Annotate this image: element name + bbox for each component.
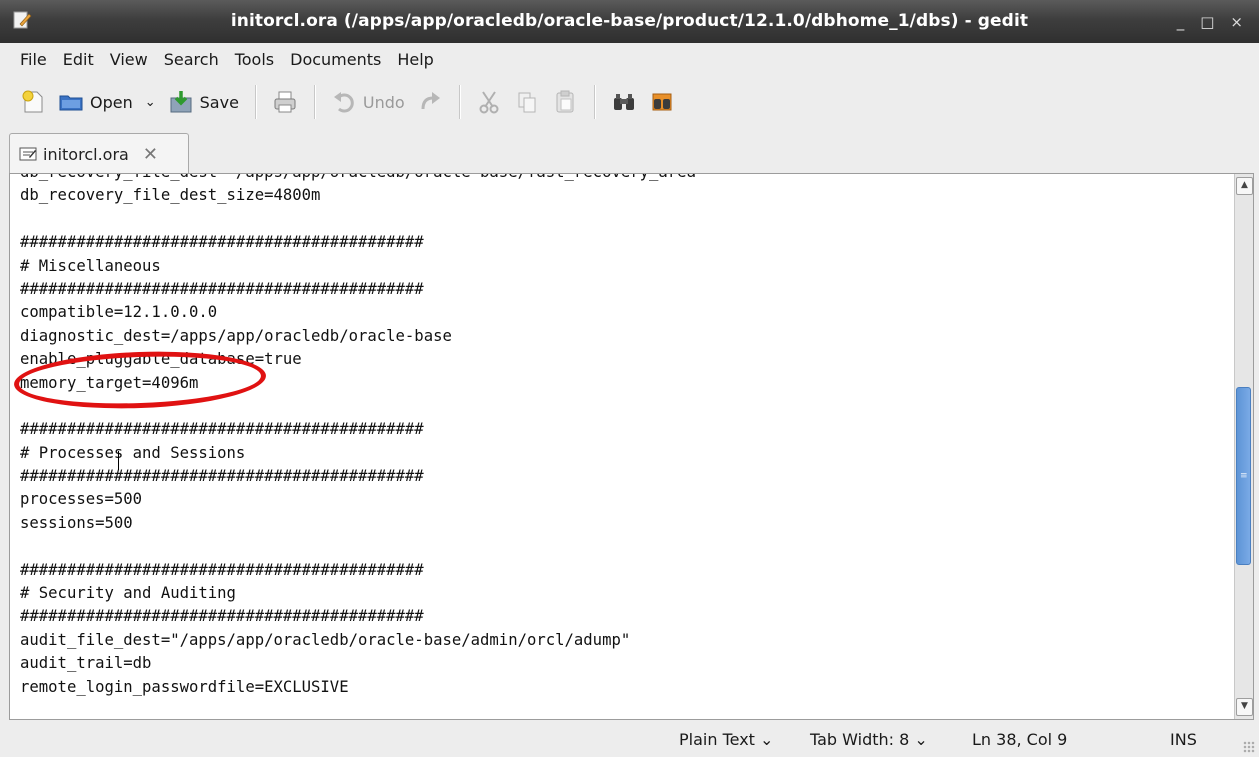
maximize-button[interactable]: □ bbox=[1200, 13, 1214, 31]
editor-line[interactable] bbox=[20, 208, 705, 231]
open-button[interactable]: Open ⌄ bbox=[52, 82, 162, 122]
editor-line[interactable]: processes=500 bbox=[20, 488, 705, 511]
folder-open-icon bbox=[59, 95, 83, 111]
undo-icon bbox=[333, 92, 354, 113]
window-titlebar[interactable]: initorcl.ora (/apps/app/oracledb/oracle-… bbox=[0, 0, 1259, 43]
editor-line[interactable]: # Processes and Sessions bbox=[20, 442, 705, 465]
undo-button[interactable]: Undo bbox=[325, 82, 411, 122]
copy-button[interactable] bbox=[508, 82, 546, 122]
editor-line[interactable] bbox=[20, 535, 705, 558]
scrollbar-thumb[interactable]: ≡ bbox=[1236, 387, 1251, 565]
text-file-icon bbox=[19, 147, 37, 161]
toolbar-separator bbox=[254, 85, 256, 119]
save-button[interactable]: Save bbox=[162, 82, 245, 122]
window-title: initorcl.ora (/apps/app/oracledb/oracle-… bbox=[230, 11, 1029, 31]
editor-line[interactable]: db_recovery_file_dest_size=4800m bbox=[20, 184, 705, 207]
paste-icon bbox=[556, 90, 574, 113]
close-tab-icon[interactable]: ✕ bbox=[143, 144, 158, 165]
menu-edit[interactable]: Edit bbox=[55, 50, 102, 69]
new-document-button[interactable] bbox=[14, 82, 52, 122]
editor-content[interactable]: db_recovery_file_dest='/apps/app/oracled… bbox=[20, 174, 705, 699]
editor-line[interactable]: audit_file_dest="/apps/app/oracledb/orac… bbox=[20, 629, 705, 652]
copy-icon bbox=[518, 92, 536, 113]
find-replace-icon bbox=[652, 93, 672, 111]
print-button[interactable] bbox=[266, 82, 304, 122]
editor-line[interactable]: # Security and Auditing bbox=[20, 582, 705, 605]
menu-view[interactable]: View bbox=[102, 50, 156, 69]
menu-documents[interactable]: Documents bbox=[282, 50, 389, 69]
tab-initorcl-ora[interactable]: initorcl.ora ✕ bbox=[9, 133, 189, 174]
toolbar: Open ⌄ Save Undo bbox=[0, 75, 1259, 129]
save-label: Save bbox=[199, 92, 239, 112]
menu-file[interactable]: File bbox=[12, 50, 55, 69]
printer-icon bbox=[274, 91, 296, 113]
text-editor[interactable]: db_recovery_file_dest='/apps/app/oracled… bbox=[9, 173, 1254, 720]
scissors-icon bbox=[479, 91, 499, 114]
save-icon bbox=[170, 91, 192, 113]
paste-button[interactable] bbox=[546, 82, 584, 122]
undo-label: Undo bbox=[362, 92, 405, 112]
editor-line[interactable]: ########################################… bbox=[20, 605, 705, 628]
statusbar: Plain Text ⌄ Tab Width: 8 ⌄ Ln 38, Col 9… bbox=[0, 720, 1259, 757]
editor-line[interactable]: ########################################… bbox=[20, 559, 705, 582]
insert-mode: INS bbox=[1170, 730, 1197, 749]
tab-width-selector[interactable]: Tab Width: 8 ⌄ bbox=[810, 730, 928, 749]
chevron-down-icon[interactable]: ⌄ bbox=[145, 95, 156, 110]
toolbar-separator bbox=[593, 85, 595, 119]
editor-line[interactable]: ########################################… bbox=[20, 278, 705, 301]
editor-line[interactable]: audit_trail=db bbox=[20, 652, 705, 675]
editor-line[interactable]: ########################################… bbox=[20, 465, 705, 488]
language-selector[interactable]: Plain Text ⌄ bbox=[679, 730, 773, 749]
tab-label: initorcl.ora bbox=[43, 144, 129, 164]
editor-line[interactable]: # Miscellaneous bbox=[20, 255, 705, 278]
cut-button[interactable] bbox=[470, 82, 508, 122]
editor-line[interactable]: ########################################… bbox=[20, 418, 705, 441]
editor-line[interactable]: db_recovery_file_dest='/apps/app/oracled… bbox=[20, 174, 705, 184]
close-window-button[interactable]: × bbox=[1230, 13, 1243, 31]
redo-icon bbox=[421, 92, 440, 110]
find-button[interactable] bbox=[605, 82, 643, 122]
menubar: File Edit View Search Tools Documents He… bbox=[0, 43, 1259, 75]
resize-grip[interactable] bbox=[1243, 741, 1255, 753]
vertical-scrollbar[interactable]: ▲ ≡ ▼ bbox=[1234, 174, 1253, 719]
binoculars-icon bbox=[613, 94, 634, 110]
menu-search[interactable]: Search bbox=[156, 50, 227, 69]
redo-button[interactable] bbox=[411, 82, 449, 122]
editor-line[interactable]: sessions=500 bbox=[20, 512, 705, 535]
editor-line[interactable]: diagnostic_dest=/apps/app/oracledb/oracl… bbox=[20, 325, 705, 348]
toolbar-separator bbox=[458, 85, 460, 119]
new-document-icon bbox=[22, 90, 43, 113]
scroll-down-icon[interactable]: ▼ bbox=[1236, 698, 1253, 716]
grip-icon: ≡ bbox=[1240, 471, 1248, 481]
open-label: Open bbox=[90, 92, 133, 112]
scroll-up-icon[interactable]: ▲ bbox=[1236, 177, 1253, 195]
editor-line[interactable]: remote_login_passwordfile=EXCLUSIVE bbox=[20, 676, 705, 699]
text-cursor bbox=[118, 451, 119, 470]
menu-tools[interactable]: Tools bbox=[227, 50, 282, 69]
menu-help[interactable]: Help bbox=[389, 50, 441, 69]
toolbar-separator bbox=[313, 85, 315, 119]
editor-line[interactable]: compatible=12.1.0.0.0 bbox=[20, 301, 705, 324]
minimize-button[interactable]: _ bbox=[1177, 13, 1185, 31]
document-tabs: initorcl.ora ✕ bbox=[0, 129, 1259, 174]
cursor-position: Ln 38, Col 9 bbox=[972, 730, 1068, 749]
find-replace-button[interactable] bbox=[643, 82, 681, 122]
editor-line[interactable]: ########################################… bbox=[20, 231, 705, 254]
